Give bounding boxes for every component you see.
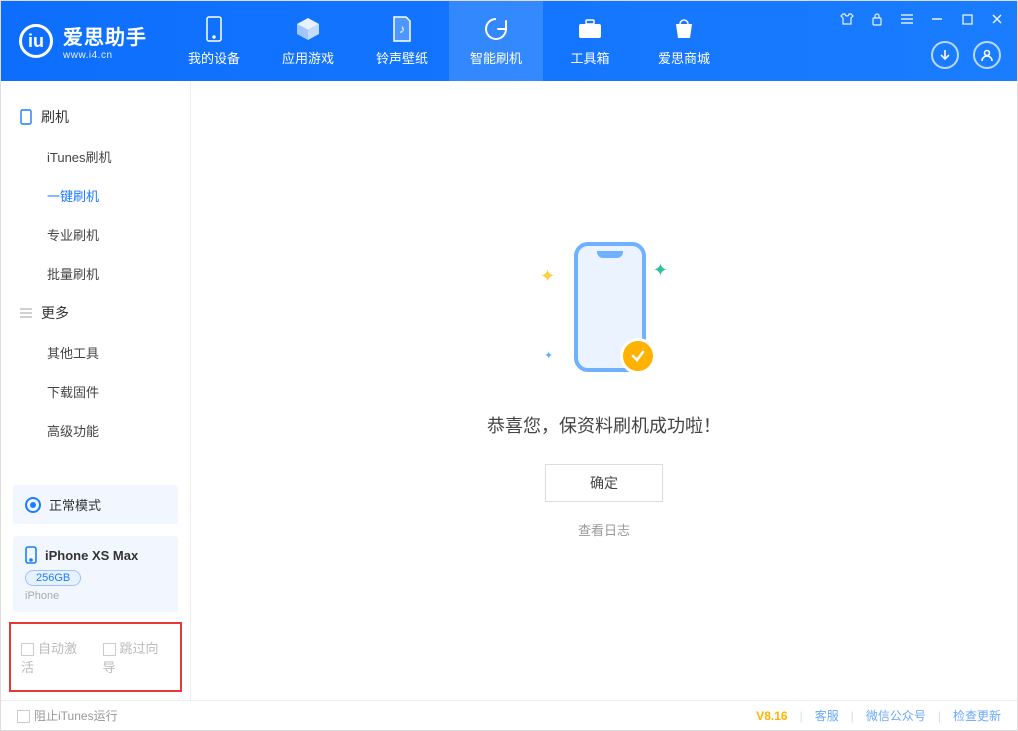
device-type: iPhone (25, 590, 166, 602)
view-log-link[interactable]: 查看日志 (578, 520, 630, 539)
check-update-link[interactable]: 检查更新 (953, 707, 1001, 724)
app-url: www.i4.cn (63, 50, 147, 61)
sidebar-item-itunes-flash[interactable]: iTunes刷机 (1, 137, 190, 176)
tshirt-icon[interactable] (837, 9, 857, 29)
checkbox-block-itunes[interactable]: 阻止iTunes运行 (17, 707, 118, 724)
device-info-card[interactable]: iPhone XS Max 256GB iPhone (13, 536, 178, 612)
app-name: 爱思助手 (63, 21, 147, 50)
wechat-link[interactable]: 微信公众号 (866, 707, 926, 724)
ok-button[interactable]: 确定 (545, 464, 663, 502)
device-name: iPhone XS Max (45, 548, 138, 563)
support-link[interactable]: 客服 (815, 707, 839, 724)
sparkle-icon: ✦ (540, 266, 555, 287)
device-storage-badge: 256GB (25, 570, 81, 586)
sparkle-icon: ✦ (653, 260, 668, 281)
refresh-shield-icon (483, 16, 509, 42)
menu-icon[interactable] (897, 9, 917, 29)
cube-icon (295, 16, 321, 42)
checkbox-skip-guide[interactable]: 跳过向导 (103, 638, 171, 676)
user-icon[interactable] (973, 41, 1001, 69)
logo-text: 爱思助手 www.i4.cn (63, 21, 147, 61)
bag-icon (671, 16, 697, 42)
music-file-icon: ♪ (389, 16, 415, 42)
sidebar: 刷机 iTunes刷机 一键刷机 专业刷机 批量刷机 更多 其他工具 下载固件 … (1, 81, 191, 700)
lock-icon[interactable] (867, 9, 887, 29)
device-outline-icon (19, 110, 33, 124)
success-illustration: ✦ ✦ ✦ (534, 242, 674, 392)
status-bar: 阻止iTunes运行 V8.16 | 客服 | 微信公众号 | 检查更新 (1, 700, 1017, 730)
mode-label: 正常模式 (49, 495, 101, 514)
mode-icon (25, 497, 41, 513)
maximize-button[interactable] (957, 9, 977, 29)
header-tabs: 我的设备 应用游戏 ♪ 铃声壁纸 智能刷机 工具箱 (167, 1, 731, 81)
logo-icon: iu (19, 24, 53, 58)
minimize-button[interactable] (927, 9, 947, 29)
tab-apps-games[interactable]: 应用游戏 (261, 1, 355, 81)
phone-icon (201, 16, 227, 42)
tab-toolbox[interactable]: 工具箱 (543, 1, 637, 81)
sidebar-item-advanced[interactable]: 高级功能 (1, 411, 190, 450)
success-message: 恭喜您，保资料刷机成功啦！ (487, 412, 721, 438)
version-label: V8.16 (756, 709, 787, 723)
svg-text:♪: ♪ (399, 22, 405, 36)
app-header: iu 爱思助手 www.i4.cn 我的设备 应用游戏 ♪ 铃声壁纸 (1, 1, 1017, 81)
list-icon (19, 306, 33, 320)
sparkle-icon: ✦ (544, 349, 553, 362)
main-content: ✦ ✦ ✦ 恭喜您，保资料刷机成功啦！ 确定 查看日志 (191, 81, 1017, 700)
sidebar-item-other-tools[interactable]: 其他工具 (1, 333, 190, 372)
sidebar-group-flash: 刷机 (1, 97, 190, 137)
sidebar-item-download-firmware[interactable]: 下载固件 (1, 372, 190, 411)
sidebar-item-oneclick-flash[interactable]: 一键刷机 (1, 176, 190, 215)
phone-small-icon (25, 546, 37, 564)
sidebar-item-batch-flash[interactable]: 批量刷机 (1, 254, 190, 293)
highlighted-options: 自动激活 跳过向导 (9, 622, 182, 692)
header-actions (931, 41, 1001, 69)
tab-smart-flash[interactable]: 智能刷机 (449, 1, 543, 81)
checkmark-badge-icon (620, 338, 656, 374)
checkbox-auto-activate[interactable]: 自动激活 (21, 638, 89, 676)
download-icon[interactable] (931, 41, 959, 69)
tab-store[interactable]: 爱思商城 (637, 1, 731, 81)
close-button[interactable] (987, 9, 1007, 29)
sidebar-item-pro-flash[interactable]: 专业刷机 (1, 215, 190, 254)
toolbox-icon (577, 16, 603, 42)
app-logo: iu 爱思助手 www.i4.cn (1, 1, 167, 81)
tab-ringtone-wallpaper[interactable]: ♪ 铃声壁纸 (355, 1, 449, 81)
device-mode-card[interactable]: 正常模式 (13, 485, 178, 524)
window-controls (837, 9, 1007, 29)
sidebar-group-more: 更多 (1, 293, 190, 333)
tab-my-device[interactable]: 我的设备 (167, 1, 261, 81)
